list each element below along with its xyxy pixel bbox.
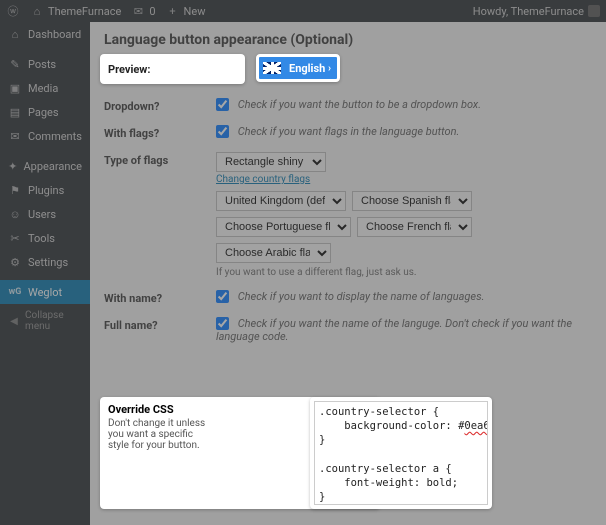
override-css-textarea[interactable]: .country-selector { background-color: #0… <box>314 401 488 505</box>
sidebar-item-weglot[interactable]: wG Weglot <box>0 280 90 304</box>
settings-icon: ⚙ <box>8 255 22 269</box>
sidebar-item-label: Users <box>28 208 56 221</box>
dropdown-label: Dropdown? <box>104 98 216 113</box>
with-name-label: With name? <box>104 290 216 305</box>
admin-sidebar: ⌂ Dashboard ✎ Posts ▣ Media ▤ Pages ✉ Comment… <box>0 22 90 525</box>
language-button-text: English <box>289 62 325 75</box>
flag-uk-icon <box>263 62 281 74</box>
flag-type-select[interactable]: Rectangle shiny <box>216 152 326 172</box>
sidebar-item-tools[interactable]: ✂ Tools <box>0 226 90 250</box>
comments-count: 0 <box>149 5 155 18</box>
sidebar-item-label: Posts <box>28 58 56 71</box>
sidebar-item-comments[interactable]: ✉ Comments <box>0 124 90 148</box>
users-icon: ☺ <box>8 207 22 221</box>
new-content[interactable]: + New <box>166 4 206 18</box>
sidebar-item-label: Plugins <box>28 184 64 197</box>
plus-icon: + <box>166 4 180 18</box>
flag-select-spanish[interactable]: Choose Spanish flag: <box>352 191 472 211</box>
sidebar-item-posts[interactable]: ✎ Posts <box>0 52 90 76</box>
change-country-flags-link[interactable]: Change country flags <box>216 174 310 185</box>
wp-logo[interactable]: ⓦ <box>6 4 20 18</box>
sidebar-item-users[interactable]: ☺ Users <box>0 202 90 226</box>
sidebar-item-label: Dashboard <box>28 28 81 41</box>
collapse-icon: ◀ <box>8 314 20 328</box>
with-name-checkbox[interactable] <box>216 290 229 303</box>
sidebar-item-pages[interactable]: ▤ Pages <box>0 100 90 124</box>
with-flags-label: With flags? <box>104 125 216 140</box>
full-name-row: Full name? Check if you want the name of… <box>104 311 592 349</box>
comments-icon: ✉ <box>8 129 22 143</box>
full-name-checkbox[interactable] <box>216 317 229 330</box>
howdy-text: Howdy, ThemeFurnace <box>473 5 584 18</box>
sidebar-item-label: Settings <box>28 256 68 269</box>
with-flags-row: With flags? Check if you want flags in t… <box>104 119 592 146</box>
page-title: Language button appearance (Optional) <box>104 32 592 48</box>
sidebar-item-dashboard[interactable]: ⌂ Dashboard <box>0 22 90 46</box>
site-name: ThemeFurnace <box>48 5 121 18</box>
collapse-menu[interactable]: ◀ Collapse menu <box>0 304 90 338</box>
preview-label-box: Preview: <box>100 54 245 84</box>
full-name-desc: Check if you want the name of the langug… <box>216 317 572 343</box>
dropdown-desc: Check if you want the button to be a dro… <box>238 98 481 111</box>
sidebar-item-media[interactable]: ▣ Media <box>0 76 90 100</box>
flag-select-uk[interactable]: United Kingdom (default) <box>216 191 346 211</box>
sidebar-item-label: Tools <box>28 232 55 245</box>
weglot-icon: wG <box>8 285 22 299</box>
with-flags-desc: Check if you want flags in the language … <box>238 125 460 138</box>
sidebar-item-label: Media <box>28 82 58 95</box>
flag-select-arabic[interactable]: Choose Arabic flag: <box>216 243 331 263</box>
tools-icon: ✂ <box>8 231 22 245</box>
with-flags-checkbox[interactable] <box>216 125 229 138</box>
admin-bar: ⓦ ⌂ThemeFurnace ✉0 +New Howdy, ThemeFurn… <box>0 0 606 22</box>
chevron-right-icon: › <box>328 63 331 74</box>
dashboard-icon: ⌂ <box>8 27 22 41</box>
pages-icon: ▤ <box>8 105 22 119</box>
howdy-account[interactable]: Howdy, ThemeFurnace <box>473 5 600 18</box>
avatar <box>588 5 600 17</box>
full-name-label: Full name? <box>104 317 216 332</box>
appearance-icon: ✦ <box>8 159 17 173</box>
override-css-desc: Don't change it unless you want a specif… <box>108 418 208 451</box>
posts-icon: ✎ <box>8 57 22 71</box>
collapse-label: Collapse menu <box>25 310 82 332</box>
sidebar-item-appearance[interactable]: ✦ Appearance <box>0 154 90 178</box>
preview-label: Preview: <box>108 63 151 76</box>
flag-hint: If you want to use a different flag, jus… <box>216 267 592 278</box>
sidebar-item-plugins[interactable]: ⚑ Plugins <box>0 178 90 202</box>
comments-bubble[interactable]: ✉0 <box>131 4 155 18</box>
with-name-desc: Check if you want to display the name of… <box>238 290 485 303</box>
home-icon: ⌂ <box>30 4 44 18</box>
new-label: New <box>184 5 206 18</box>
comment-icon: ✉ <box>131 4 145 18</box>
flag-select-group: United Kingdom (default) Choose Spanish … <box>216 191 592 263</box>
wordpress-icon: ⓦ <box>6 4 20 18</box>
type-of-flags-label: Type of flags <box>104 152 216 167</box>
plugins-icon: ⚑ <box>8 183 22 197</box>
site-link[interactable]: ⌂ ThemeFurnace <box>30 4 121 18</box>
language-button[interactable]: English › <box>256 54 340 82</box>
sidebar-item-label: Weglot <box>28 286 62 299</box>
flag-select-french[interactable]: Choose French flag: <box>357 217 472 237</box>
sidebar-item-label: Appearance <box>23 160 82 173</box>
type-of-flags-row: Type of flags Rectangle shiny Change cou… <box>104 146 592 284</box>
dropdown-row: Dropdown? Check if you want the button t… <box>104 92 592 119</box>
dropdown-checkbox[interactable] <box>216 98 229 111</box>
sidebar-item-settings[interactable]: ⚙ Settings <box>0 250 90 274</box>
sidebar-item-label: Comments <box>28 130 82 143</box>
with-name-row: With name? Check if you want to display … <box>104 284 592 311</box>
flag-select-portuguese[interactable]: Choose Portuguese flag: <box>216 217 351 237</box>
override-css-editor-box: .country-selector { background-color: #0… <box>310 397 492 509</box>
sidebar-item-label: Pages <box>28 106 59 119</box>
media-icon: ▣ <box>8 81 22 95</box>
